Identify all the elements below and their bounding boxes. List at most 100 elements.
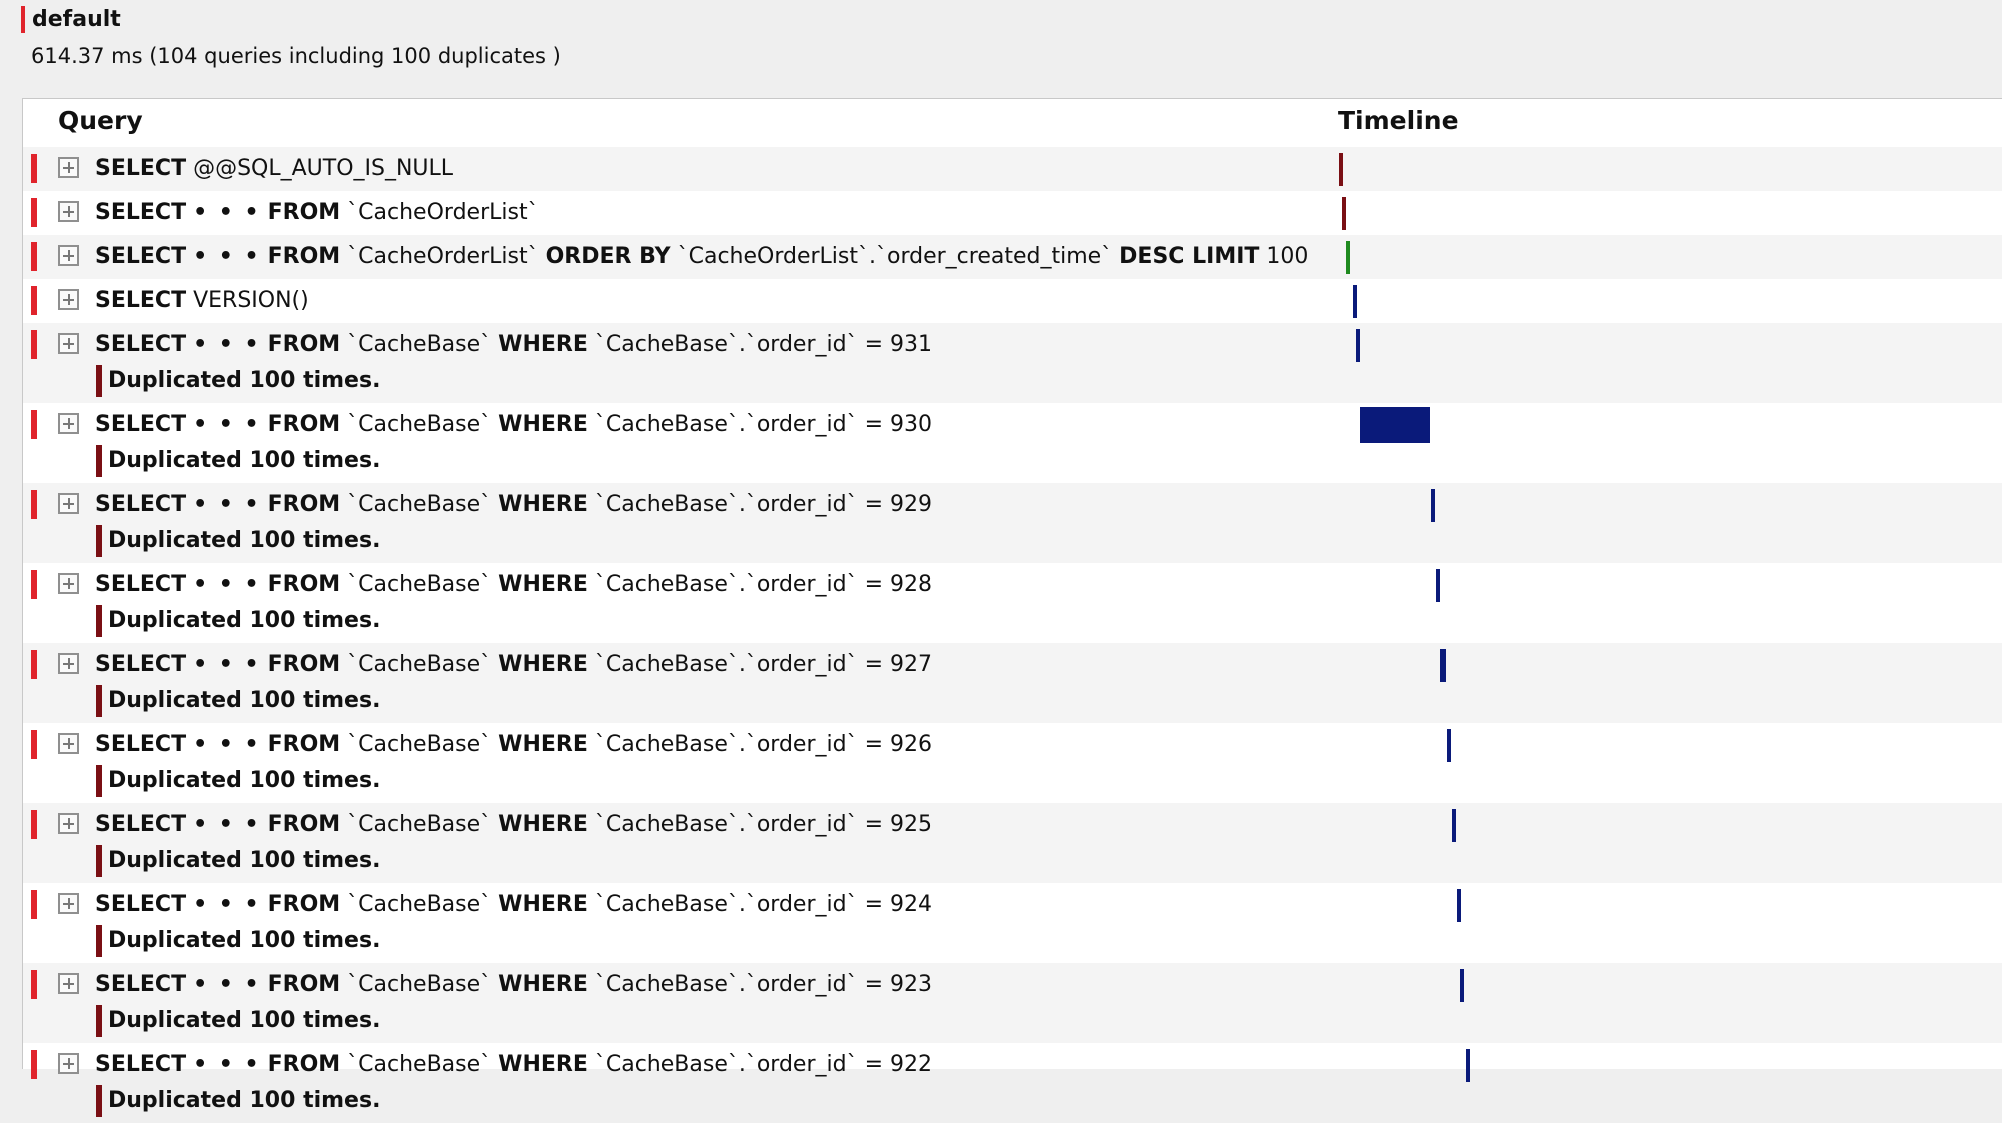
expand-toggle-icon[interactable] [58, 493, 79, 514]
where-operator: = [857, 412, 891, 437]
query-sql[interactable]: SELECT • • • FROM `CacheBase` WHERE `Cac… [95, 889, 932, 921]
duplicate-count-text: Duplicated 100 times. [108, 768, 381, 793]
duplicate-color-marker [96, 525, 102, 557]
expand-toggle-icon[interactable] [58, 573, 79, 594]
keyword-where: WHERE [498, 732, 588, 757]
query-sql[interactable]: SELECT • • • FROM `CacheBase` WHERE `Cac… [95, 969, 932, 1001]
query-row: SELECT • • • FROM `CacheOrderList` ORDER… [23, 235, 2002, 279]
duplicate-count-text: Duplicated 100 times. [108, 848, 381, 873]
timeline-bar[interactable] [1360, 407, 1430, 443]
collapsed-columns-ellipsis[interactable]: • • • [193, 972, 261, 997]
expand-toggle-icon[interactable] [58, 289, 79, 310]
expand-toggle-icon[interactable] [58, 973, 79, 994]
query-color-marker [31, 154, 37, 183]
timeline-bar[interactable] [1339, 153, 1343, 186]
keyword-select: SELECT [95, 244, 187, 269]
expand-toggle-icon[interactable] [58, 1053, 79, 1074]
timeline-bar[interactable] [1457, 889, 1461, 922]
table-name: `CacheOrderList` [347, 200, 539, 225]
where-value: 926 [890, 732, 933, 757]
keyword-where: WHERE [498, 892, 588, 917]
query-sql[interactable]: SELECT • • • FROM `CacheBase` WHERE `Cac… [95, 569, 932, 601]
timeline-bar[interactable] [1452, 809, 1456, 842]
expand-toggle-icon[interactable] [58, 201, 79, 222]
expand-toggle-icon[interactable] [58, 893, 79, 914]
where-value: 929 [890, 492, 933, 517]
table-name: `CacheBase` [347, 332, 492, 357]
query-color-marker [31, 810, 37, 839]
expand-toggle-icon[interactable] [58, 733, 79, 754]
duplicate-count-text: Duplicated 100 times. [108, 528, 381, 553]
keyword-select: SELECT [95, 1052, 187, 1077]
keyword-from: FROM [267, 492, 341, 517]
collapsed-columns-ellipsis[interactable]: • • • [193, 1052, 261, 1077]
query-sql[interactable]: SELECT • • • FROM `CacheOrderList` [95, 197, 539, 229]
expand-toggle-icon[interactable] [58, 653, 79, 674]
keyword-from: FROM [267, 972, 341, 997]
timeline-bar[interactable] [1431, 489, 1435, 522]
table-name: `CacheBase` [347, 572, 492, 597]
expand-toggle-icon[interactable] [58, 813, 79, 834]
expand-toggle-icon[interactable] [58, 413, 79, 434]
timeline-bar[interactable] [1440, 649, 1446, 682]
table-name: `CacheBase` [347, 1052, 492, 1077]
query-sql[interactable]: SELECT VERSION() [95, 285, 309, 317]
collapsed-columns-ellipsis[interactable]: • • • [193, 200, 261, 225]
collapsed-columns-ellipsis[interactable]: • • • [193, 412, 261, 437]
query-sql[interactable]: SELECT • • • FROM `CacheBase` WHERE `Cac… [95, 809, 932, 841]
keyword-order-by: ORDER BY [545, 244, 671, 269]
query-sql[interactable]: SELECT • • • FROM `CacheOrderList` ORDER… [95, 241, 1308, 273]
duplicate-color-marker [96, 1005, 102, 1037]
collapsed-columns-ellipsis[interactable]: • • • [193, 732, 261, 757]
timeline-bar[interactable] [1436, 569, 1440, 602]
duplicate-color-marker [96, 365, 102, 397]
duplicate-count-text: Duplicated 100 times. [108, 928, 381, 953]
collapsed-columns-ellipsis[interactable]: • • • [193, 812, 261, 837]
expand-toggle-icon[interactable] [58, 333, 79, 354]
where-value: 927 [890, 652, 933, 677]
collapsed-columns-ellipsis[interactable]: • • • [193, 492, 261, 517]
where-value: 928 [890, 572, 933, 597]
query-sql[interactable]: SELECT • • • FROM `CacheBase` WHERE `Cac… [95, 649, 932, 681]
where-value: 923 [890, 972, 933, 997]
where-column: `CacheBase`.`order_id` [594, 652, 858, 677]
timeline-bar[interactable] [1460, 969, 1464, 1002]
query-sql[interactable]: SELECT • • • FROM `CacheBase` WHERE `Cac… [95, 729, 932, 761]
collapsed-columns-ellipsis[interactable]: • • • [193, 244, 261, 269]
keyword-from: FROM [267, 572, 341, 597]
query-row: SELECT • • • FROM `CacheBase` WHERE `Cac… [23, 563, 2002, 643]
query-sql[interactable]: SELECT • • • FROM `CacheBase` WHERE `Cac… [95, 329, 932, 361]
timeline-bar[interactable] [1346, 241, 1350, 274]
query-sql[interactable]: SELECT • • • FROM `CacheBase` WHERE `Cac… [95, 409, 932, 441]
query-row: SELECT • • • FROM `CacheBase` WHERE `Cac… [23, 1043, 2002, 1123]
timeline-bar[interactable] [1356, 329, 1360, 362]
collapsed-columns-ellipsis[interactable]: • • • [193, 652, 261, 677]
expand-toggle-icon[interactable] [58, 245, 79, 266]
keyword-from: FROM [267, 244, 341, 269]
keyword-select: SELECT [95, 492, 187, 517]
timeline-bar[interactable] [1342, 197, 1346, 230]
table-name: `CacheBase` [347, 412, 492, 437]
keyword-where: WHERE [498, 972, 588, 997]
collapsed-columns-ellipsis[interactable]: • • • [193, 572, 261, 597]
order-column: `CacheOrderList`.`order_created_time` [677, 244, 1113, 269]
query-sql[interactable]: SELECT • • • FROM `CacheBase` WHERE `Cac… [95, 489, 932, 521]
timeline-bar[interactable] [1447, 729, 1451, 762]
where-operator: = [857, 732, 891, 757]
timeline-bar[interactable] [1353, 285, 1357, 318]
collapsed-columns-ellipsis[interactable]: • • • [193, 892, 261, 917]
collapsed-columns-ellipsis[interactable]: • • • [193, 332, 261, 357]
keyword-where: WHERE [498, 412, 588, 437]
column-header-query: Query [58, 106, 143, 135]
query-sql[interactable]: SELECT @@SQL_AUTO_IS_NULL [95, 153, 453, 185]
query-color-marker [31, 242, 37, 271]
expand-toggle-icon[interactable] [58, 157, 79, 178]
